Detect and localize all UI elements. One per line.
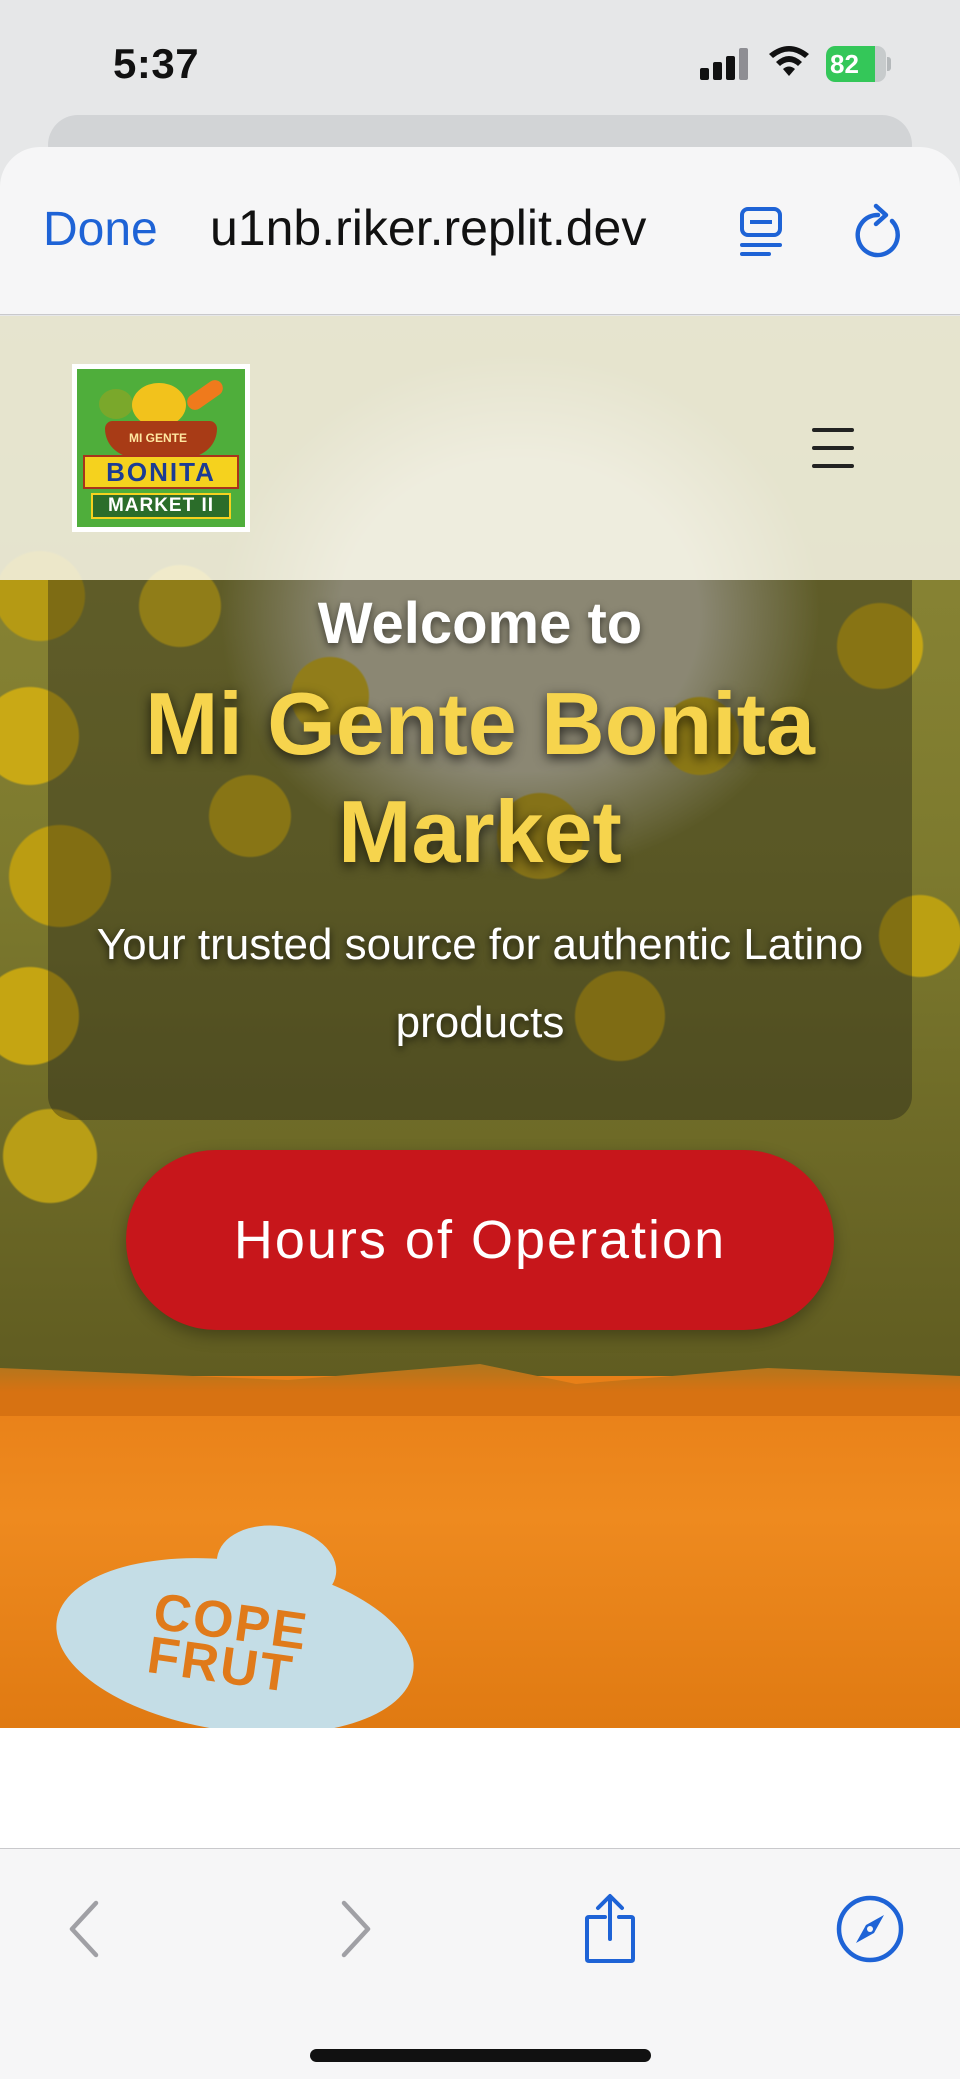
reader-view-icon[interactable] — [737, 205, 787, 257]
logo-line-2: BONITA — [83, 455, 239, 489]
done-button[interactable]: Done — [43, 202, 158, 257]
store-title: Mi Gente Bonita Market — [145, 674, 815, 881]
url-text: u1nb.riker.replit.dev — [210, 200, 647, 256]
share-icon[interactable] — [574, 1893, 646, 1965]
status-time: 5:37 — [113, 40, 200, 87]
hero-card: Welcome to Mi Gente Bonita Market Your t… — [48, 580, 912, 1330]
url-field[interactable]: u1nb.riker.replit.dev — [210, 199, 690, 259]
chevron-right-icon[interactable] — [318, 1893, 390, 1965]
cellular-signal-icon — [700, 48, 750, 80]
browser-bottom-toolbar — [0, 1848, 960, 2079]
sticker-text: COPE FRUT — [143, 1582, 312, 1705]
store-tagline: Your trusted source for authentic Latino… — [96, 920, 864, 1047]
site-header: MI GENTE BONITA MARKET II — [0, 316, 960, 580]
compass-icon[interactable] — [834, 1893, 906, 1965]
wifi-icon — [769, 46, 809, 76]
web-content: COPE FRUT Welcome to Mi Gente Bonita Mark… — [0, 316, 960, 1848]
welcome-heading: Welcome to — [317, 591, 643, 656]
hamburger-menu-icon[interactable] — [808, 426, 858, 470]
battery-percent: 82 — [830, 49, 859, 79]
browser-top-bar: Done u1nb.riker.replit.dev — [0, 147, 960, 315]
logo-line-1: MI GENTE — [129, 431, 188, 445]
hours-of-operation-button[interactable]: Hours of Operation — [126, 1150, 834, 1330]
reload-icon[interactable] — [852, 203, 904, 259]
home-indicator — [310, 2049, 651, 2062]
chevron-left-icon[interactable] — [50, 1893, 122, 1965]
battery-icon: 82 — [826, 46, 891, 82]
logo-line-3: MARKET II — [91, 493, 231, 519]
store-logo[interactable]: MI GENTE BONITA MARKET II — [72, 364, 250, 532]
status-bar: 5:37 82 — [0, 0, 960, 120]
